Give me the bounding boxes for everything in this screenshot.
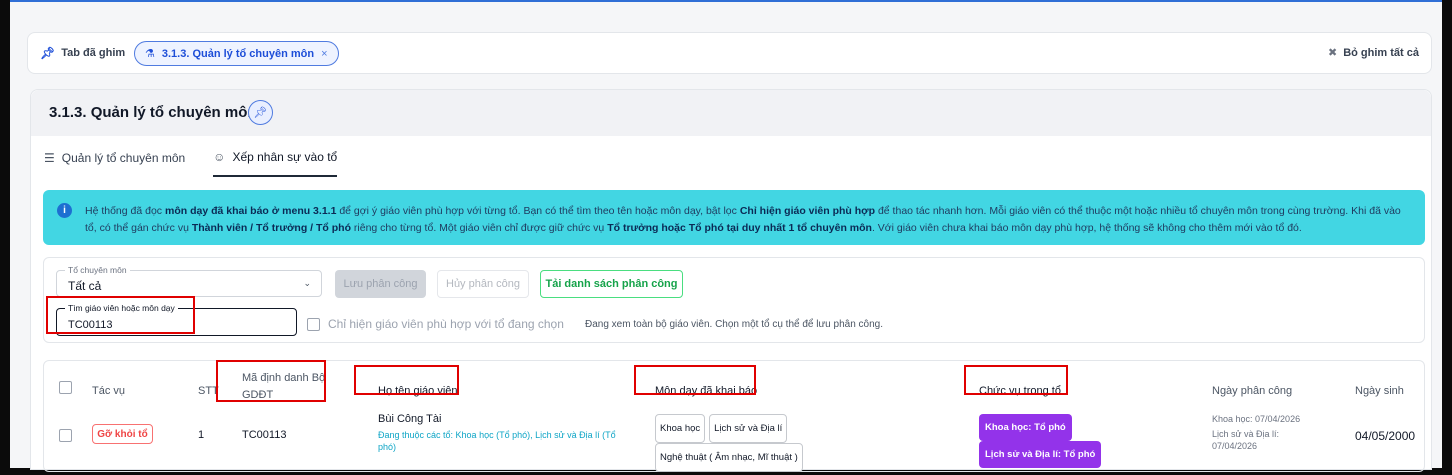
close-icon[interactable]: × — [321, 48, 327, 60]
pinned-tab-chip[interactable]: ⚗︎ 3.1.3. Quản lý tổ chuyên môn × — [134, 41, 339, 66]
sitemap-icon: ⚗︎ — [145, 48, 155, 60]
info-alert: i Hệ thống đã đọc môn dạy đã khai báo ở … — [43, 190, 1425, 245]
subject-tag: Nghệ thuật ( Âm nhạc, Mĩ thuật ) — [655, 443, 803, 472]
row-teacher: Bùi Công Tài Đang thuộc các tổ: Khoa học… — [378, 413, 633, 453]
chevron-down-icon: ⌄ — [303, 278, 311, 288]
cancel-assignment-button[interactable]: Hủy phân công — [437, 270, 529, 298]
teacher-name: Bùi Công Tài — [378, 413, 442, 425]
save-assignment-button[interactable]: Lưu phân công — [335, 270, 426, 298]
pinned-tabs-label: 📌︎ Tab đã ghim — [40, 46, 126, 60]
tab-bar: ☰ Quản lý tổ chuyên môn ☺︎ Xếp nhân sự v… — [44, 150, 338, 177]
teacher-groups: Đang thuộc các tổ: Khoa học (Tổ phó), Lị… — [378, 430, 616, 452]
col-dob: Ngày sinh — [1355, 385, 1404, 397]
subject-tag: Khoa học — [655, 414, 706, 443]
users-icon: ☺︎ — [213, 150, 226, 164]
list-icon: ☰ — [44, 151, 55, 165]
tab-manage-groups[interactable]: ☰ Quản lý tổ chuyên môn — [44, 150, 185, 177]
pin-page-button[interactable]: 📌︎ — [248, 100, 273, 125]
role-badge: Lịch sử và Địa lí: Tổ phó — [979, 441, 1102, 468]
teacher-table: Tác vụ STT Mã định danh Bộ GDĐT Họ tên g… — [43, 360, 1425, 472]
search-input-label: Tìm giáo viên hoặc môn dạy — [65, 303, 178, 313]
pin-icon: 📌︎ — [40, 46, 56, 60]
role-badge: Khoa học: Tổ phó — [979, 414, 1072, 441]
unpin-icon: ✖︎ — [1327, 47, 1338, 59]
row-stt: 1 — [198, 429, 205, 441]
search-input[interactable]: Tìm giáo viên hoặc môn dạy TC00113 — [56, 303, 297, 336]
page-title: 3.1.3. Quản lý tổ chuyên môn — [49, 104, 257, 121]
filter-panel: Tổ chuyên môn Tất cả ⌄ Lưu phân công Hủy… — [43, 257, 1425, 343]
page-header: 3.1.3. Quản lý tổ chuyên môn 📌︎ — [31, 90, 1431, 136]
col-action: Tác vụ — [92, 385, 126, 397]
col-name: Họ tên giáo viên — [378, 385, 458, 397]
group-select[interactable]: Tổ chuyên môn Tất cả ⌄ — [56, 265, 322, 297]
row-dob: 04/05/2000 — [1355, 429, 1416, 443]
reload-list-button[interactable]: Tải danh sách phân công — [540, 270, 683, 298]
main-panel: 3.1.3. Quản lý tổ chuyên môn 📌︎ ☰ Quản l… — [30, 89, 1432, 472]
info-icon: i — [57, 203, 72, 218]
col-stt: STT — [198, 385, 219, 397]
remove-from-group-button[interactable]: Gỡ khỏi tổ — [92, 424, 153, 444]
subject-tag: Lịch sử và Địa lí — [709, 414, 788, 443]
tab-assign-staff[interactable]: ☺︎ Xếp nhân sự vào tổ — [213, 150, 338, 177]
only-matching-filter[interactable]: Chỉ hiện giáo viên phù hợp với tổ đang c… — [307, 317, 564, 331]
only-matching-checkbox[interactable] — [307, 317, 320, 331]
group-select-label: Tổ chuyên môn — [65, 265, 130, 275]
unpin-all-button[interactable]: ✖︎ Bỏ ghim tất cả — [1327, 46, 1419, 60]
select-all-checkbox[interactable] — [59, 381, 72, 394]
row-roles: Khoa học: Tổ phó Lịch sử và Địa lí: Tổ p… — [979, 414, 1102, 468]
row-code: TC00113 — [242, 429, 287, 441]
pinned-tabs-bar: 📌︎ Tab đã ghim ⚗︎ 3.1.3. Quản lý tổ chuy… — [27, 32, 1432, 74]
filter-hint: Đang xem toàn bộ giáo viên. Chọn một tổ … — [585, 319, 883, 330]
row-checkbox[interactable] — [59, 429, 72, 442]
col-code: Mã định danh Bộ GDĐT — [242, 372, 326, 401]
col-role: Chức vụ trong tổ — [979, 385, 1061, 397]
col-assigned-date: Ngày phân công — [1212, 385, 1293, 397]
row-subjects: Khoa học Lịch sử và Địa lí Nghệ thuật ( Â… — [655, 414, 845, 472]
row-assigned-date: Khoa học: 07/04/2026 Lịch sử và Địa lí: … — [1212, 414, 1301, 451]
pin-icon: 📌︎ — [253, 107, 268, 119]
app-frame: 📌︎ Tab đã ghim ⚗︎ 3.1.3. Quản lý tổ chuy… — [10, 0, 1442, 472]
col-subjects: Môn dạy đã khai báo — [655, 385, 758, 397]
